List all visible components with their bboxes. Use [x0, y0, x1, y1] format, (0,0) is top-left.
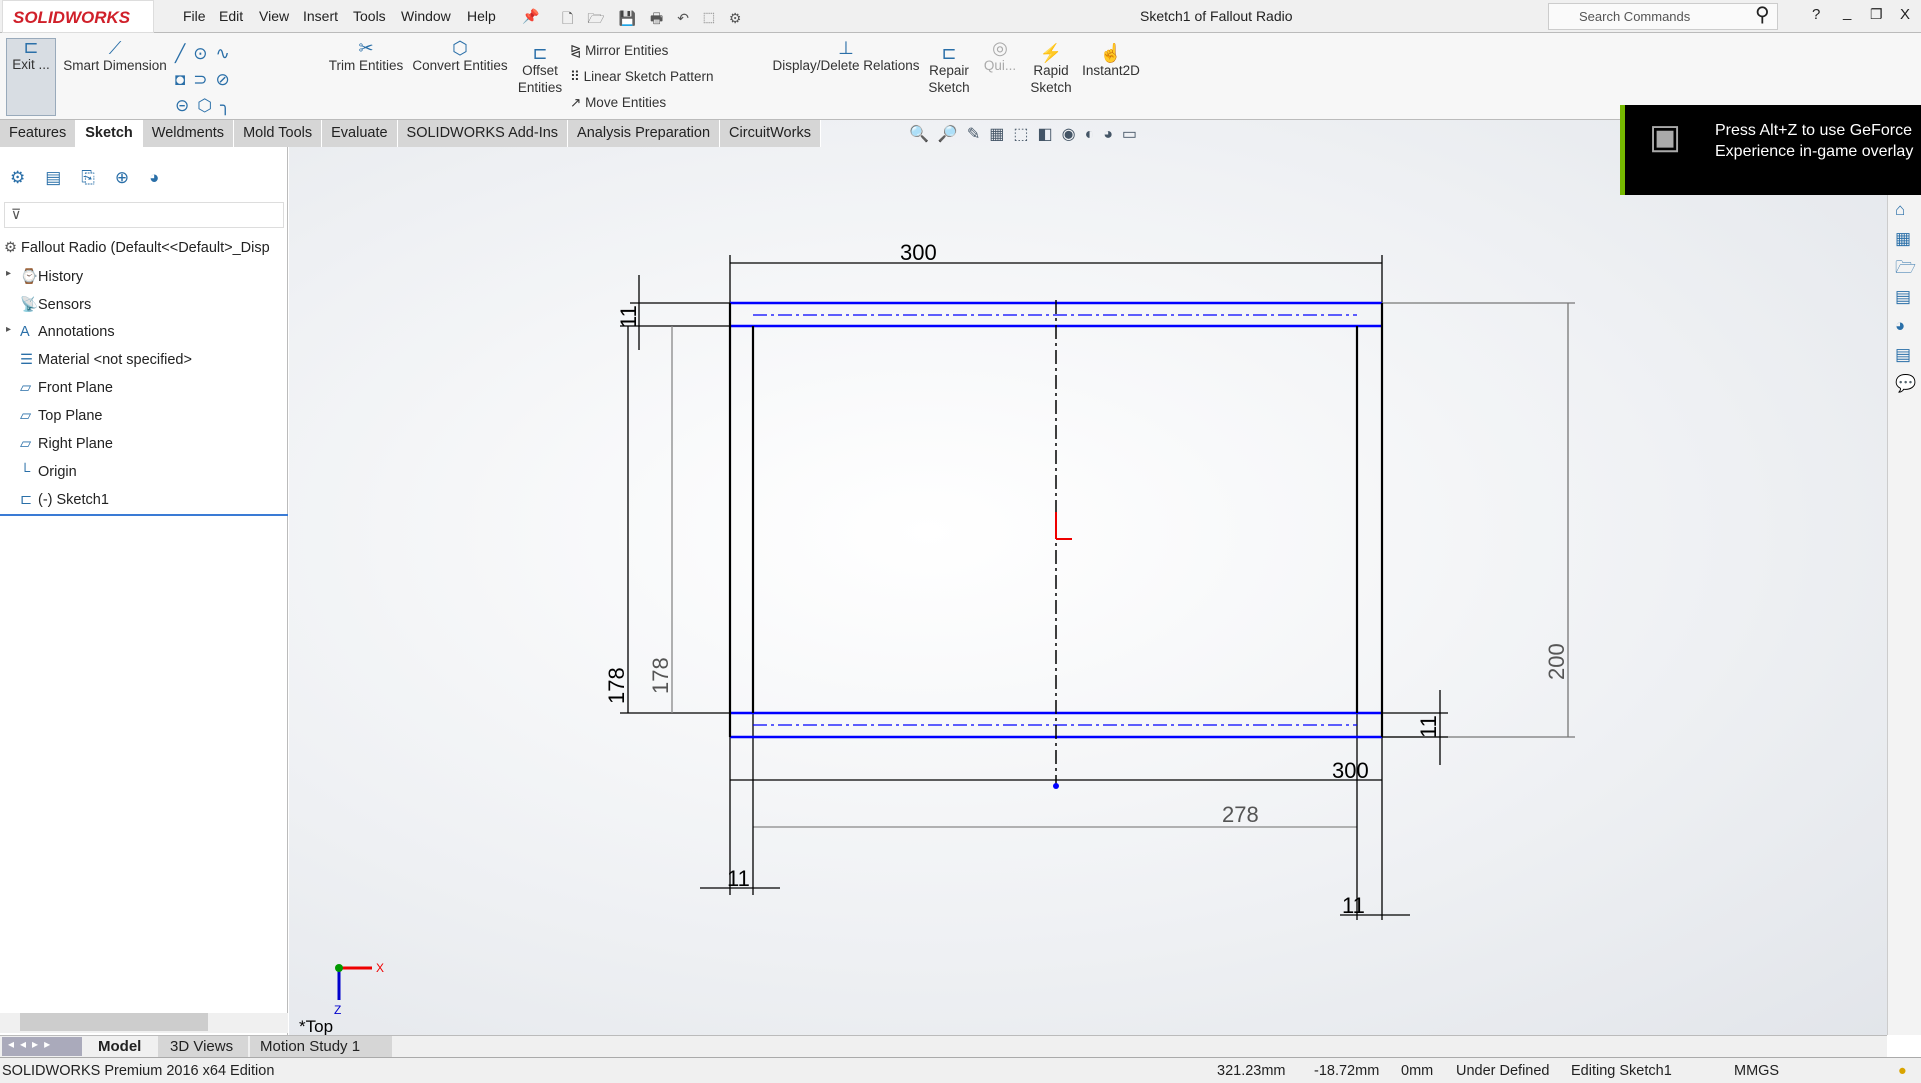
expand-icon[interactable]	[6, 408, 9, 419]
dim-thick-right: 11	[1416, 715, 1441, 738]
overlay-text: Press Alt+Z to use GeForce Experience in…	[1715, 122, 1914, 160]
tree-item[interactable]: 📡Sensors	[6, 296, 91, 313]
tab-evaluate[interactable]: Evaluate	[322, 120, 398, 147]
tree-item[interactable]: ⊏ (-) Sketch1	[6, 492, 109, 508]
tree-item-icon: └	[20, 464, 31, 480]
filter-icon[interactable]: ⊽	[4, 202, 284, 228]
tree-item[interactable]: ☰ Material <not specified>	[6, 352, 192, 368]
tree-item-icon: ▱	[20, 436, 32, 452]
tree-item-label: Origin	[38, 464, 77, 480]
dim-thick-top-left: 11	[616, 305, 641, 328]
dim-bottom-width: 300	[1332, 758, 1369, 783]
tab-analysis-preparation[interactable]: Analysis Preparation	[568, 120, 721, 147]
tree-root-label: Fallout Radio (Default<<Default>_Disp	[21, 240, 270, 256]
dimension-labels: 300 300 278 200 178 178 11 11 11 11	[604, 240, 1569, 918]
tree-item-label: Front Plane	[38, 380, 113, 396]
tree-item[interactable]: ▱ Top Plane	[6, 408, 103, 424]
tab-mold-tools[interactable]: Mold Tools	[234, 120, 323, 147]
tab-addins[interactable]: SOLIDWORKS Add-Ins	[397, 120, 569, 147]
expand-icon[interactable]	[6, 296, 9, 307]
tab-circuitworks[interactable]: CircuitWorks	[720, 120, 821, 147]
centerline-endpoint	[1053, 783, 1059, 789]
axis-z-label: Z	[334, 1003, 341, 1017]
coord-y: -18.72mm	[1314, 1063, 1380, 1079]
dim-thick-bottom-left: 11	[727, 866, 750, 891]
tree-item-label: History	[38, 269, 84, 285]
tree-item-icon: 📡	[20, 297, 39, 313]
dim-inner-width: 278	[1222, 802, 1259, 827]
dim-thick-bottom-right: 11	[1342, 893, 1365, 918]
axis-x-label: X	[376, 961, 384, 975]
expand-icon[interactable]	[6, 352, 9, 363]
tab-3d-views[interactable]: 3D Views	[158, 1036, 248, 1057]
expand-icon[interactable]	[6, 492, 9, 503]
tab-motion-study[interactable]: Motion Study 1	[250, 1036, 392, 1057]
graphics-area[interactable]: 🔍🔎✎▦⬚◧◉◐◕▭ 300 300 278 200 178 178 11 11…	[289, 120, 1887, 1036]
rollback-bar[interactable]	[0, 514, 288, 516]
tree-item[interactable]: ▸ ⌚History	[6, 268, 83, 285]
tree-item-label: (-) Sketch1	[38, 492, 109, 508]
tree-item-label: Sensors	[38, 297, 92, 313]
tab-scroll-arrows[interactable]: ◂◂▸▸	[2, 1037, 82, 1056]
editing-label: Editing Sketch1	[1571, 1063, 1672, 1079]
tree-root[interactable]: ⚙ Fallout Radio (Default<<Default>_Disp	[4, 240, 270, 256]
edition-label: SOLIDWORKS Premium 2016 x64 Edition	[2, 1063, 275, 1079]
tree-item[interactable]: └ Origin	[6, 464, 77, 480]
tree-item-icon: ▱	[20, 380, 32, 396]
expand-icon[interactable]	[6, 436, 9, 447]
task-pane[interactable]: ⌂ ▦ 🗁 ▤ ◕ ▤ 💬	[1887, 195, 1921, 1035]
rebuild-icon[interactable]: ●	[1898, 1063, 1907, 1079]
sketch-state: Under Defined	[1456, 1063, 1550, 1079]
tree-item-label: Annotations	[38, 324, 115, 340]
dimension-lines	[620, 255, 1575, 920]
geforce-icon: ▣	[1649, 118, 1682, 156]
tree-item[interactable]: ▸ A Annotations	[6, 324, 115, 340]
tree-item[interactable]: ▱ Front Plane	[6, 380, 113, 396]
expand-icon[interactable]	[6, 380, 9, 391]
feature-manager-panel: ⚙▤⎘⊕◕ ⊽ ⚙ Fallout Radio (Default<<Defaul…	[0, 147, 288, 1035]
command-tabs: Features Sketch Weldments Mold Tools Eva…	[0, 120, 821, 147]
dim-top-width: 300	[900, 240, 937, 265]
dim-height-left: 178	[604, 667, 629, 704]
tab-sketch[interactable]: Sketch	[76, 120, 143, 147]
expand-icon[interactable]	[6, 464, 9, 475]
tree-item[interactable]: ▱ Right Plane	[6, 436, 113, 452]
expand-icon[interactable]: ▸	[6, 324, 11, 335]
tree-item-label: Top Plane	[38, 408, 103, 424]
coord-x: 321.23mm	[1217, 1063, 1286, 1079]
status-bar: SOLIDWORKS Premium 2016 x64 Edition 321.…	[0, 1057, 1921, 1083]
tree-item-icon: ⌚	[20, 269, 39, 285]
unit-system-selector[interactable]: MMGS	[1734, 1063, 1779, 1079]
tab-weldments[interactable]: Weldments	[142, 120, 235, 147]
tree-item-icon: A	[20, 324, 30, 340]
task-pane-icons[interactable]: ⌂ ▦ 🗁 ▤ ◕ ▤ 💬	[1888, 195, 1921, 398]
tree-item-label: Right Plane	[38, 436, 113, 452]
coord-z: 0mm	[1401, 1063, 1434, 1079]
tab-features[interactable]: Features	[0, 120, 77, 147]
tree-item-icon: ⊏	[20, 492, 33, 508]
tab-model[interactable]: Model	[98, 1038, 141, 1055]
bottom-tabs: ◂◂▸▸ Model 3D Views Motion Study 1	[0, 1035, 1887, 1057]
origin-icon	[1055, 512, 1072, 540]
geforce-overlay-notification[interactable]: ▣ Press Alt+Z to use GeForce Experience i…	[1620, 105, 1921, 195]
tree-item-icon: ☰	[20, 352, 33, 368]
dim-height-right: 200	[1544, 643, 1569, 680]
tree-item-label: Material <not specified>	[38, 352, 192, 368]
view-triad: X Z	[334, 961, 384, 1017]
dim-height-left-driven: 178	[648, 657, 673, 694]
panel-tabs[interactable]: ⚙▤⎘⊕◕	[4, 168, 284, 194]
expand-icon[interactable]: ▸	[6, 268, 11, 279]
horizontal-scrollbar[interactable]	[0, 1013, 288, 1033]
tree-item-icon: ▱	[20, 408, 32, 424]
view-orientation-label: *Top	[299, 1017, 333, 1036]
